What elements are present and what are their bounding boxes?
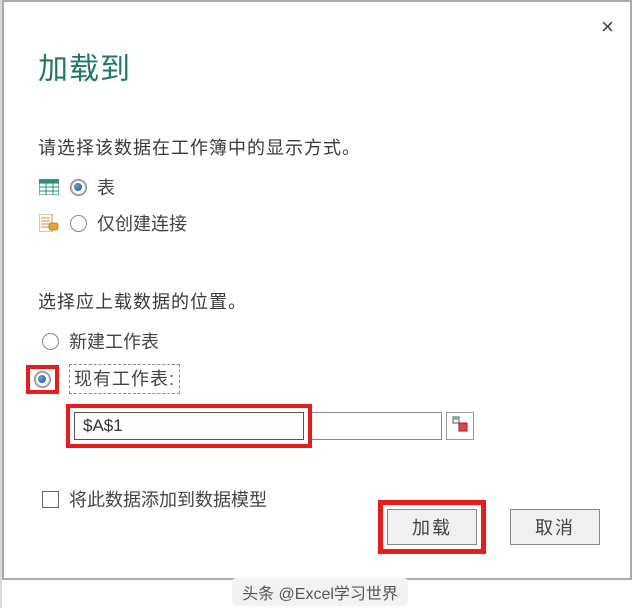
- highlight-box-input: [66, 404, 312, 448]
- add-to-model-label: 将此数据添加到数据模型: [69, 486, 267, 512]
- location-label: 选择应上载数据的位置。: [38, 288, 596, 314]
- option-connection-label: 仅创建连接: [97, 210, 187, 236]
- option-existing-sheet-label: 现有工作表:: [69, 364, 180, 394]
- cell-reference-input[interactable]: [74, 412, 304, 440]
- highlight-box-load: 加载: [378, 500, 486, 554]
- button-bar: 加载 取消: [378, 500, 600, 554]
- highlight-box-radio: [26, 365, 59, 394]
- range-picker-button[interactable]: [446, 412, 474, 440]
- cancel-button[interactable]: 取消: [510, 509, 600, 545]
- checkbox-add-to-model[interactable]: [42, 491, 59, 508]
- option-new-sheet-label: 新建工作表: [69, 328, 159, 354]
- option-new-sheet-row[interactable]: 新建工作表: [42, 328, 596, 354]
- option-table-label: 表: [97, 174, 115, 200]
- input-extension: [312, 412, 442, 440]
- radio-table[interactable]: [70, 179, 87, 196]
- load-to-dialog: × 加载到 请选择该数据在工作簿中的显示方式。 表: [2, 0, 632, 580]
- radio-new-sheet[interactable]: [42, 333, 59, 350]
- load-button[interactable]: 加载: [387, 509, 477, 545]
- display-mode-label: 请选择该数据在工作簿中的显示方式。: [38, 134, 596, 160]
- radio-connection-only[interactable]: [70, 215, 87, 232]
- close-icon[interactable]: ×: [601, 14, 614, 40]
- option-connection-row[interactable]: 仅创建连接: [38, 210, 596, 236]
- option-table-row[interactable]: 表: [38, 174, 596, 200]
- dialog-title: 加载到: [38, 44, 596, 88]
- table-icon: [38, 177, 60, 197]
- watermark-text: 头条 @Excel学习世界: [232, 578, 408, 606]
- radio-existing-sheet[interactable]: [34, 371, 51, 388]
- option-existing-sheet-row[interactable]: 现有工作表:: [30, 364, 596, 394]
- watermark-footer: 头条 @Excel学习世界: [0, 578, 640, 606]
- connection-icon: [38, 213, 60, 233]
- cell-reference-row: [66, 404, 596, 448]
- range-picker-icon: [452, 416, 468, 437]
